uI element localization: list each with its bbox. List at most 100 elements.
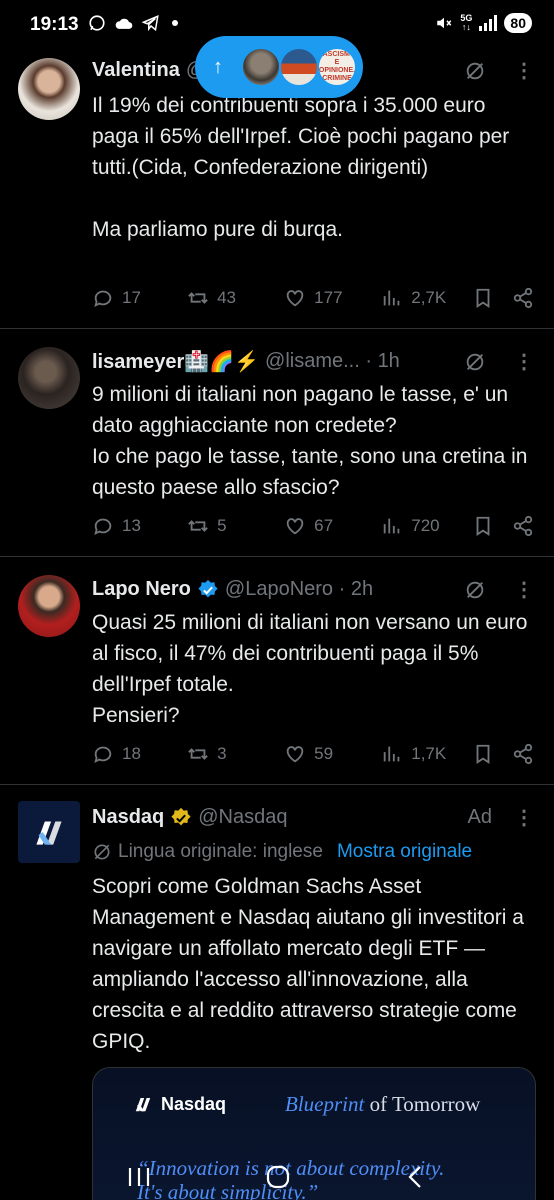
translate-icon <box>94 844 110 860</box>
back-icon[interactable] <box>404 1164 428 1190</box>
retweet-count: 3 <box>217 744 227 763</box>
grok-icon[interactable] <box>464 579 486 601</box>
tweet-time: 2h <box>350 578 374 600</box>
retweet-button[interactable]: 5 <box>187 515 284 537</box>
like-button[interactable]: 59 <box>284 743 381 765</box>
bookmark-button[interactable] <box>472 743 512 765</box>
promoted-tweet[interactable]: Nasdaq @Nasdaq Ad ⋮ Lingua originale: in… <box>0 785 554 1200</box>
like-button[interactable]: 67 <box>284 515 381 537</box>
arrow-up-icon: ↑ <box>213 55 223 78</box>
tweet-text: Il 19% dei contribuenti sopra i 35.000 e… <box>92 94 510 241</box>
verified-badge-icon <box>198 579 218 597</box>
author-handle[interactable]: @Nasdaq <box>198 806 287 829</box>
author-handle[interactable]: @LapoNero <box>225 578 333 601</box>
network-indicator: 5G ↑↓ <box>460 13 473 32</box>
bookmark-icon <box>476 744 490 764</box>
author-name[interactable]: Valentina <box>92 59 180 82</box>
mute-icon <box>437 17 452 29</box>
bookmark-icon <box>476 516 490 536</box>
new-posts-pill[interactable]: ↑ FASCISMO E OPINIONE, CRIMINE <box>195 36 363 98</box>
author-name[interactable]: Nasdaq <box>92 806 164 829</box>
retweet-button[interactable]: 43 <box>187 287 284 309</box>
ad-label: Ad <box>467 806 492 828</box>
bookmark-icon <box>476 288 490 308</box>
tweet-text: Scopri come Goldman Sachs Asset Manageme… <box>92 875 524 1053</box>
retweet-count: 5 <box>217 516 227 535</box>
translation-note: Lingua originale: inglese <box>118 841 323 862</box>
views-icon <box>384 290 400 306</box>
view-count: 1,7K <box>411 744 447 763</box>
author-handle[interactable]: @lisame... <box>265 350 360 373</box>
telegram-icon <box>142 15 159 32</box>
nasdaq-logo-icon <box>36 821 62 845</box>
tweet-time: 1h <box>377 350 400 372</box>
verified-gold-badge-icon <box>171 807 191 825</box>
reply-button[interactable]: 13 <box>92 515 187 537</box>
share-button[interactable] <box>512 743 534 765</box>
card-title: Blueprint of Tomorrow <box>285 1092 481 1116</box>
reply-count: 17 <box>122 288 141 307</box>
views-button[interactable]: 720 <box>381 515 472 537</box>
tweet-text: 9 milioni di italiani non pagano le tass… <box>92 383 528 499</box>
grok-icon[interactable] <box>464 351 486 373</box>
share-button[interactable] <box>512 515 534 537</box>
author-name[interactable]: Lapo Nero <box>92 578 191 601</box>
views-icon <box>384 518 400 534</box>
avatar[interactable] <box>18 801 80 863</box>
avatar[interactable] <box>18 58 80 120</box>
views-button[interactable]: 2,7K <box>381 287 472 309</box>
heart-icon <box>286 518 304 535</box>
like-count: 59 <box>314 744 334 763</box>
tweet[interactable]: Lapo Nero @LapoNero · 2h ⋮ Quasi 25 mili… <box>0 557 554 785</box>
cloud-icon <box>115 18 133 29</box>
reply-count: 18 <box>122 744 141 763</box>
more-options-icon[interactable]: ⋮ <box>514 577 534 602</box>
new-post-avatar <box>279 47 319 87</box>
bookmark-button[interactable] <box>472 287 512 309</box>
retweet-icon <box>188 292 208 304</box>
recent-apps-icon[interactable] <box>126 1165 152 1189</box>
heart-icon <box>286 290 304 307</box>
view-count: 720 <box>411 516 440 535</box>
whatsapp-icon <box>89 15 105 31</box>
retweet-icon <box>188 748 208 760</box>
retweet-icon <box>188 520 208 532</box>
retweet-button[interactable]: 3 <box>187 743 284 765</box>
author-name[interactable]: lisameyer🏥🌈⚡ <box>92 349 259 374</box>
home-icon[interactable] <box>264 1163 292 1191</box>
tweet[interactable]: lisameyer🏥🌈⚡ @lisame... · 1h ⋮ 9 milioni… <box>0 329 554 557</box>
views-button[interactable]: 1,7K <box>381 743 472 765</box>
share-button[interactable] <box>512 287 534 309</box>
reply-button[interactable]: 17 <box>92 287 187 309</box>
share-icon <box>513 743 533 765</box>
reply-count: 13 <box>122 516 141 535</box>
reply-icon <box>94 290 112 308</box>
signal-icon <box>479 15 498 31</box>
grok-icon[interactable] <box>464 60 486 82</box>
bookmark-button[interactable] <box>472 515 512 537</box>
share-icon <box>513 515 533 537</box>
like-count: 177 <box>314 288 343 307</box>
more-options-icon[interactable]: ⋮ <box>514 58 534 83</box>
retweet-count: 43 <box>217 288 237 307</box>
battery-indicator: 80 <box>504 13 532 33</box>
like-button[interactable]: 177 <box>284 287 381 309</box>
new-post-avatar <box>241 47 281 87</box>
tweet-text: Quasi 25 milioni di italiani non versano… <box>92 611 528 727</box>
reply-icon <box>94 518 112 536</box>
new-post-avatar: FASCISMO E OPINIONE, CRIMINE <box>317 47 357 87</box>
avatar[interactable] <box>18 575 80 637</box>
views-icon <box>384 746 400 762</box>
translation-row: Lingua originale: inglese Mostra origina… <box>92 841 472 863</box>
heart-icon <box>286 746 304 763</box>
reply-button[interactable]: 18 <box>92 743 187 765</box>
system-navigation-bar <box>0 1154 554 1200</box>
avatar[interactable] <box>18 347 80 409</box>
show-original-link[interactable]: Mostra originale <box>337 841 472 863</box>
view-count: 2,7K <box>411 288 447 307</box>
more-options-icon[interactable]: ⋮ <box>514 349 534 374</box>
more-options-icon[interactable]: ⋮ <box>514 805 534 830</box>
card-brand-name: Nasdaq <box>161 1093 227 1114</box>
status-time: 19:13 <box>30 14 79 35</box>
nasdaq-logo-icon <box>135 1098 151 1112</box>
